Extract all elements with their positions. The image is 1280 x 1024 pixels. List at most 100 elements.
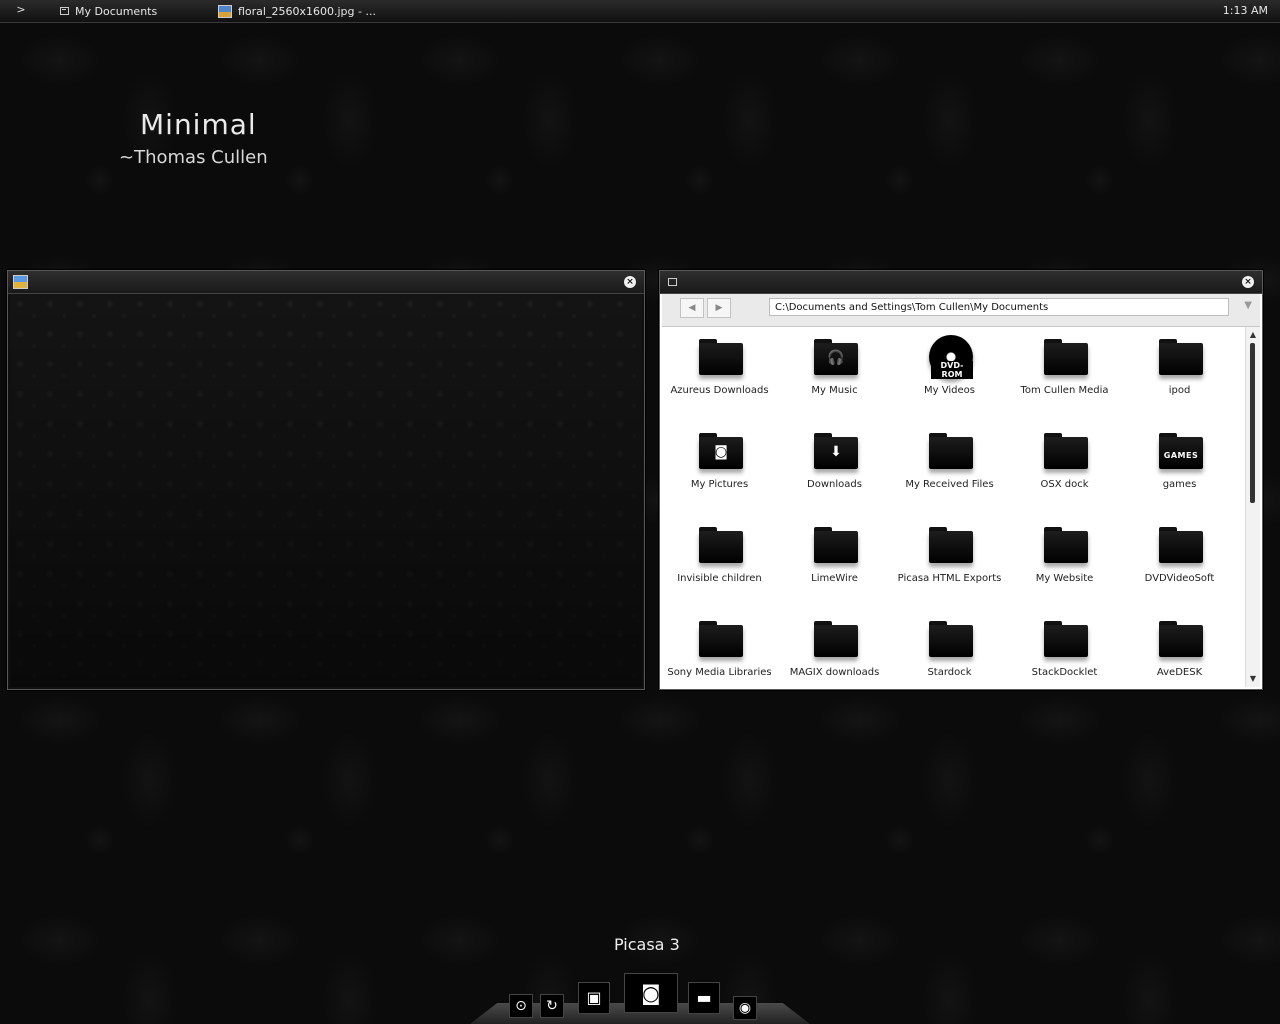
dock-label: Picasa 3 — [614, 935, 680, 954]
folder-item[interactable]: Tom Cullen Media — [1007, 327, 1122, 421]
camera-icon[interactable]: ◙ — [624, 973, 678, 1013]
folder-label: Sony Media Libraries — [667, 667, 772, 678]
disc-icon[interactable]: ⊙ — [509, 994, 533, 1018]
folder-item[interactable]: Stardock — [892, 609, 1007, 687]
folder-item[interactable]: DVD-ROM My Videos — [892, 327, 1007, 421]
clock[interactable]: 1:13 AM — [1223, 4, 1268, 17]
task-label: floral_2560x1600.jpg - ... — [238, 4, 376, 18]
folder-label: OSX dock — [1040, 479, 1089, 490]
task-label: My Documents — [75, 4, 158, 18]
folder-glyph: 🎧 — [827, 350, 845, 366]
folder-item[interactable]: Invisible children — [662, 515, 777, 609]
folder-label: Picasa HTML Exports — [897, 573, 1002, 584]
folder-label: My Website — [1035, 573, 1094, 584]
image-file-icon — [13, 275, 28, 289]
back-button[interactable]: ◀ — [680, 298, 704, 318]
vertical-scrollbar[interactable]: ▲ ▼ — [1245, 327, 1260, 687]
folder-icon — [929, 621, 973, 657]
folder-item[interactable]: Azureus Downloads — [662, 327, 777, 421]
taskbar-task-my-documents[interactable]: My Documents — [60, 3, 157, 19]
cd-icon[interactable]: ◉ — [733, 996, 757, 1020]
folder-item[interactable]: MAGIX downloads — [777, 609, 892, 687]
folder-label: Invisible children — [677, 573, 762, 584]
folder-icon — [929, 527, 973, 563]
folder-item[interactable]: My Website — [1007, 515, 1122, 609]
folder-icon — [1044, 527, 1088, 563]
folder-item[interactable]: ⬇ Downloads — [777, 421, 892, 515]
folder-label: My Music — [811, 385, 858, 396]
folder-label: StackDocklet — [1031, 667, 1098, 678]
folder-item[interactable]: 🎧 My Music — [777, 327, 892, 421]
folder-label: Downloads — [807, 479, 862, 490]
picture-icon[interactable]: ▣ — [578, 982, 610, 1014]
folder-icon — [699, 527, 743, 563]
close-button[interactable]: × — [624, 276, 636, 288]
folder-glyph: ◙ — [714, 444, 728, 460]
clapperboard-icon[interactable]: ▬ — [688, 982, 720, 1014]
folder-label: My Videos — [924, 385, 975, 396]
folder-icon — [699, 339, 743, 375]
folder-item[interactable]: DVDVideoSoft — [1122, 515, 1237, 609]
folder-glyph: ⬇ — [830, 444, 842, 460]
scroll-up-button[interactable]: ▲ — [1246, 329, 1260, 341]
desktop-subtitle: ~Thomas Cullen — [119, 147, 268, 168]
file-list: Azureus Downloads 🎧 My Music DVD-ROM My Vide… — [662, 327, 1244, 687]
image-canvas — [10, 294, 642, 687]
folder-label: My Pictures — [690, 479, 749, 490]
headphones-folder-icon: 🎧 — [814, 339, 858, 375]
explorer-toolbar: ◀ ▶ ▼ — [662, 294, 1260, 327]
folder-glyph: GAMES — [1163, 451, 1199, 460]
folder-item[interactable]: Sony Media Libraries — [662, 609, 777, 687]
folder-icon — [929, 433, 973, 469]
folder-item[interactable]: GAMES games — [1122, 421, 1237, 515]
folder-icon — [814, 621, 858, 657]
taskbar-task-image[interactable]: floral_2560x1600.jpg - ... — [218, 3, 376, 19]
folder-label: My Received Files — [905, 479, 994, 490]
scroll-down-button[interactable]: ▼ — [1246, 673, 1260, 685]
folder-window-icon — [60, 7, 69, 15]
folder-item[interactable]: AveDESK — [1122, 609, 1237, 687]
title-bar[interactable]: × — [660, 271, 1262, 294]
folder-item[interactable]: My Received Files — [892, 421, 1007, 515]
scroll-thumb[interactable] — [1250, 343, 1255, 503]
folder-item[interactable]: ◙ My Pictures — [662, 421, 777, 515]
folder-icon — [699, 621, 743, 657]
folder-label: AveDESK — [1156, 667, 1203, 678]
folder-label: DVDVideoSoft — [1144, 573, 1215, 584]
folder-icon — [814, 527, 858, 563]
disc-glyph: DVD-ROM — [931, 361, 973, 379]
camera-folder-icon: ◙ — [699, 433, 743, 469]
explorer-window: × ◀ ▶ ▼ Azureus Downloads 🎧 My Music DVD-RO… — [659, 270, 1263, 690]
folder-icon — [1159, 339, 1203, 375]
folder-label: games — [1162, 479, 1197, 490]
games-folder-icon: GAMES — [1159, 433, 1203, 469]
desktop-title: Minimal — [140, 108, 257, 141]
image-viewer-window: × — [7, 270, 645, 690]
close-button[interactable]: × — [1242, 276, 1254, 288]
title-bar[interactable]: × — [8, 271, 644, 294]
folder-label: Stardock — [927, 667, 972, 678]
icon-grid: Azureus Downloads 🎧 My Music DVD-ROM My Vide… — [662, 327, 1244, 687]
folder-icon — [1044, 339, 1088, 375]
folder-label: LimeWire — [811, 573, 858, 584]
folder-item[interactable]: LimeWire — [777, 515, 892, 609]
start-chevron-icon[interactable]: > — [14, 3, 28, 17]
folder-label: Azureus Downloads — [670, 385, 769, 396]
download-folder-icon: ⬇ — [814, 433, 858, 469]
folder-item[interactable]: StackDocklet — [1007, 609, 1122, 687]
chevron-down-icon[interactable]: ▼ — [1244, 300, 1252, 311]
folder-item[interactable]: Picasa HTML Exports — [892, 515, 1007, 609]
folder-icon — [1159, 527, 1203, 563]
folder-icon — [1044, 621, 1088, 657]
forward-button[interactable]: ▶ — [707, 298, 731, 318]
image-file-icon — [218, 4, 232, 18]
folder-item[interactable]: OSX dock — [1007, 421, 1122, 515]
address-bar-input[interactable] — [769, 298, 1229, 316]
folder-window-icon — [668, 278, 677, 286]
folder-label: MAGIX downloads — [789, 667, 880, 678]
folder-icon — [1159, 621, 1203, 657]
folder-label: Tom Cullen Media — [1020, 385, 1109, 396]
refresh-icon[interactable]: ↻ — [540, 994, 564, 1018]
dvd-disc-icon: DVD-ROM — [929, 335, 973, 379]
folder-item[interactable]: ipod — [1122, 327, 1237, 421]
